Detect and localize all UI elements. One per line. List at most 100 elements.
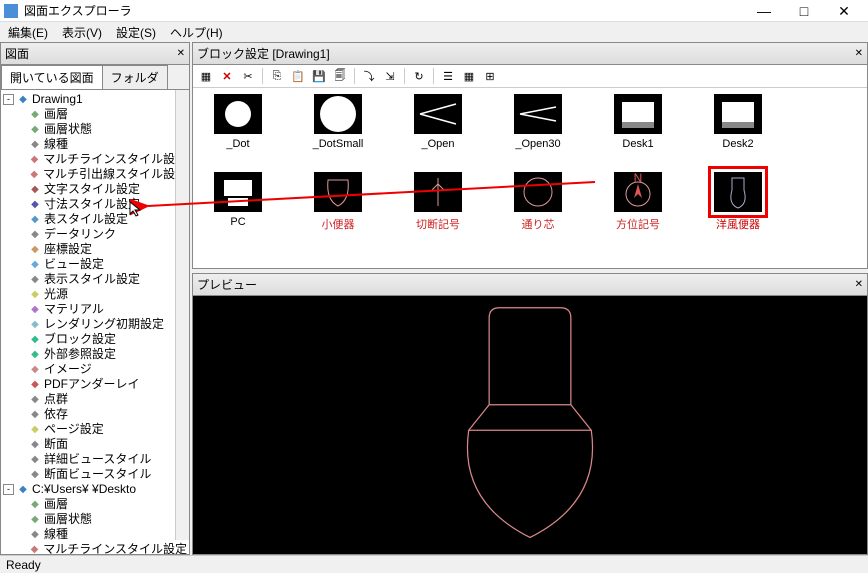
cut-icon[interactable]: ✂ <box>239 67 257 85</box>
tree-node[interactable]: ◆ビュー設定 <box>1 257 189 272</box>
block-label: _Open30 <box>503 138 573 150</box>
save-icon[interactable]: 💾 <box>310 67 328 85</box>
block-thumb <box>214 172 262 212</box>
tree-node[interactable]: ◆マルチラインスタイル設定 <box>1 152 189 167</box>
menu-help[interactable]: ヘルプ(H) <box>166 23 227 42</box>
tree-node[interactable]: -◆Drawing1 <box>1 92 189 107</box>
block-thumb <box>614 94 662 134</box>
block-thumb <box>214 94 262 134</box>
block-item-PC[interactable]: PC <box>203 172 273 232</box>
block-thumb <box>414 94 462 134</box>
tree-scrollbar[interactable] <box>175 90 189 540</box>
block-label: 切断記号 <box>403 216 473 232</box>
tree-node[interactable]: ◆断面ビュースタイル <box>1 467 189 482</box>
grid-view-icon[interactable]: ▦ <box>460 67 478 85</box>
tree-node[interactable]: ◆表示スタイル設定 <box>1 272 189 287</box>
tree-node[interactable]: ◆線種 <box>1 137 189 152</box>
close-button[interactable]: ✕ <box>824 1 864 21</box>
paste-icon[interactable]: 📋 <box>289 67 307 85</box>
tree-node[interactable]: ◆画層状態 <box>1 512 189 527</box>
tree-node[interactable]: ◆文字スタイル設定 <box>1 182 189 197</box>
block-label: 通り芯 <box>503 216 573 232</box>
block-label: 洋風便器 <box>703 216 773 232</box>
delete-icon[interactable]: ✕ <box>218 67 236 85</box>
block-label: 小便器 <box>303 216 373 232</box>
tree-node[interactable]: ◆画層 <box>1 497 189 512</box>
tree-node[interactable]: ◆寸法スタイル設定 <box>1 197 189 212</box>
block-label: Desk1 <box>603 138 673 150</box>
preview-canvas[interactable] <box>193 296 867 554</box>
tree-node[interactable]: ◆PDFアンダーレイ <box>1 377 189 392</box>
block-item-切断記号[interactable]: 切断記号 <box>403 172 473 232</box>
new-icon[interactable]: ▦ <box>197 67 215 85</box>
tree-node[interactable]: ◆イメージ <box>1 362 189 377</box>
block-item-Desk2[interactable]: Desk2 <box>703 94 773 150</box>
menu-settings[interactable]: 設定(S) <box>112 23 160 42</box>
list-view-icon[interactable]: ☰ <box>439 67 457 85</box>
ref-icon[interactable]: ⇲ <box>381 67 399 85</box>
refresh-icon[interactable]: ↻ <box>410 67 428 85</box>
block-item-小便器[interactable]: 小便器 <box>303 172 373 232</box>
block-thumb <box>314 94 362 134</box>
maximize-button[interactable]: □ <box>784 1 824 21</box>
tree-node[interactable]: ◆断面 <box>1 437 189 452</box>
app-icon <box>4 4 18 18</box>
block-settings-panel: ブロック設定 [Drawing1] ✕ ▦ ✕ ✂ ⎘ 📋 💾 🗐 ⤵ ⇲ ↻ … <box>192 42 868 269</box>
menu-bar: 編集(E) 表示(V) 設定(S) ヘルプ(H) <box>0 22 868 42</box>
tree-node[interactable]: ◆データリンク <box>1 227 189 242</box>
preview-label: プレビュー <box>197 276 257 293</box>
copy-icon[interactable]: ⎘ <box>268 67 286 85</box>
tree-node[interactable]: ◆レンダリング初期設定 <box>1 317 189 332</box>
tree-node[interactable]: ◆依存 <box>1 407 189 422</box>
block-item-方位記号[interactable]: N 方位記号 <box>603 172 673 232</box>
tree-node[interactable]: ◆マルチ引出線スタイル設定 <box>1 167 189 182</box>
detail-view-icon[interactable]: ⊞ <box>481 67 499 85</box>
block-label: _DotSmall <box>303 138 373 150</box>
block-toolbar: ▦ ✕ ✂ ⎘ 📋 💾 🗐 ⤵ ⇲ ↻ ☰ ▦ ⊞ <box>193 65 867 88</box>
saveall-icon[interactable]: 🗐 <box>331 67 349 85</box>
panel-title-block: ブロック設定 [Drawing1] ✕ <box>193 43 867 65</box>
block-label: _Dot <box>203 138 273 150</box>
block-thumb <box>714 172 762 212</box>
block-label: PC <box>203 216 273 228</box>
tree-node[interactable]: ◆マルチラインスタイル設定 <box>1 542 189 554</box>
tree-node[interactable]: ◆詳細ビュースタイル <box>1 452 189 467</box>
insert-icon[interactable]: ⤵ <box>360 67 378 85</box>
tree-node[interactable]: ◆座標設定 <box>1 242 189 257</box>
title-bar: 図面エクスプローラ ― □ ✕ <box>0 0 868 22</box>
tree-node[interactable]: ◆光源 <box>1 287 189 302</box>
menu-edit[interactable]: 編集(E) <box>4 23 52 42</box>
block-label: Desk2 <box>703 138 773 150</box>
tree-node[interactable]: ◆点群 <box>1 392 189 407</box>
tab-folder[interactable]: フォルダ <box>102 65 168 89</box>
preview-close-icon[interactable]: ✕ <box>855 279 863 290</box>
menu-view[interactable]: 表示(V) <box>58 23 106 42</box>
panel-close-icon[interactable]: ✕ <box>177 48 185 59</box>
block-item-通り芯[interactable]: 通り芯 <box>503 172 573 232</box>
tab-open-drawings[interactable]: 開いている図面 <box>1 65 103 89</box>
tree-node[interactable]: ◆ページ設定 <box>1 422 189 437</box>
svg-text:N: N <box>634 172 643 185</box>
tree-node[interactable]: ◆表スタイル設定 <box>1 212 189 227</box>
panel-title-label: 図面 <box>5 45 29 62</box>
window-title: 図面エクスプローラ <box>24 2 744 19</box>
tree-node[interactable]: ◆ブロック設定 <box>1 332 189 347</box>
tree-node[interactable]: ◆線種 <box>1 527 189 542</box>
tree-node[interactable]: ◆外部参照設定 <box>1 347 189 362</box>
minimize-button[interactable]: ― <box>744 1 784 21</box>
block-item-洋風便器[interactable]: 洋風便器 <box>703 172 773 232</box>
block-item-_Open30[interactable]: _Open30 <box>503 94 573 150</box>
block-item-_DotSmall[interactable]: _DotSmall <box>303 94 373 150</box>
block-panel-close-icon[interactable]: ✕ <box>855 48 863 59</box>
block-item-_Dot[interactable]: _Dot <box>203 94 273 150</box>
panel-title-preview: プレビュー ✕ <box>193 274 867 296</box>
tree-node[interactable]: ◆画層 <box>1 107 189 122</box>
block-item-_Open[interactable]: _Open <box>403 94 473 150</box>
tree-node[interactable]: ◆マテリアル <box>1 302 189 317</box>
block-item-Desk1[interactable]: Desk1 <box>603 94 673 150</box>
tree-node[interactable]: ◆画層状態 <box>1 122 189 137</box>
tree-node[interactable]: -◆C:¥Users¥ ¥Deskto <box>1 482 189 497</box>
drawing-tree[interactable]: -◆Drawing1◆画層◆画層状態◆線種◆マルチラインスタイル設定◆マルチ引出… <box>1 90 189 554</box>
block-label: 方位記号 <box>603 216 673 232</box>
block-panel-label: ブロック設定 [Drawing1] <box>197 45 330 62</box>
